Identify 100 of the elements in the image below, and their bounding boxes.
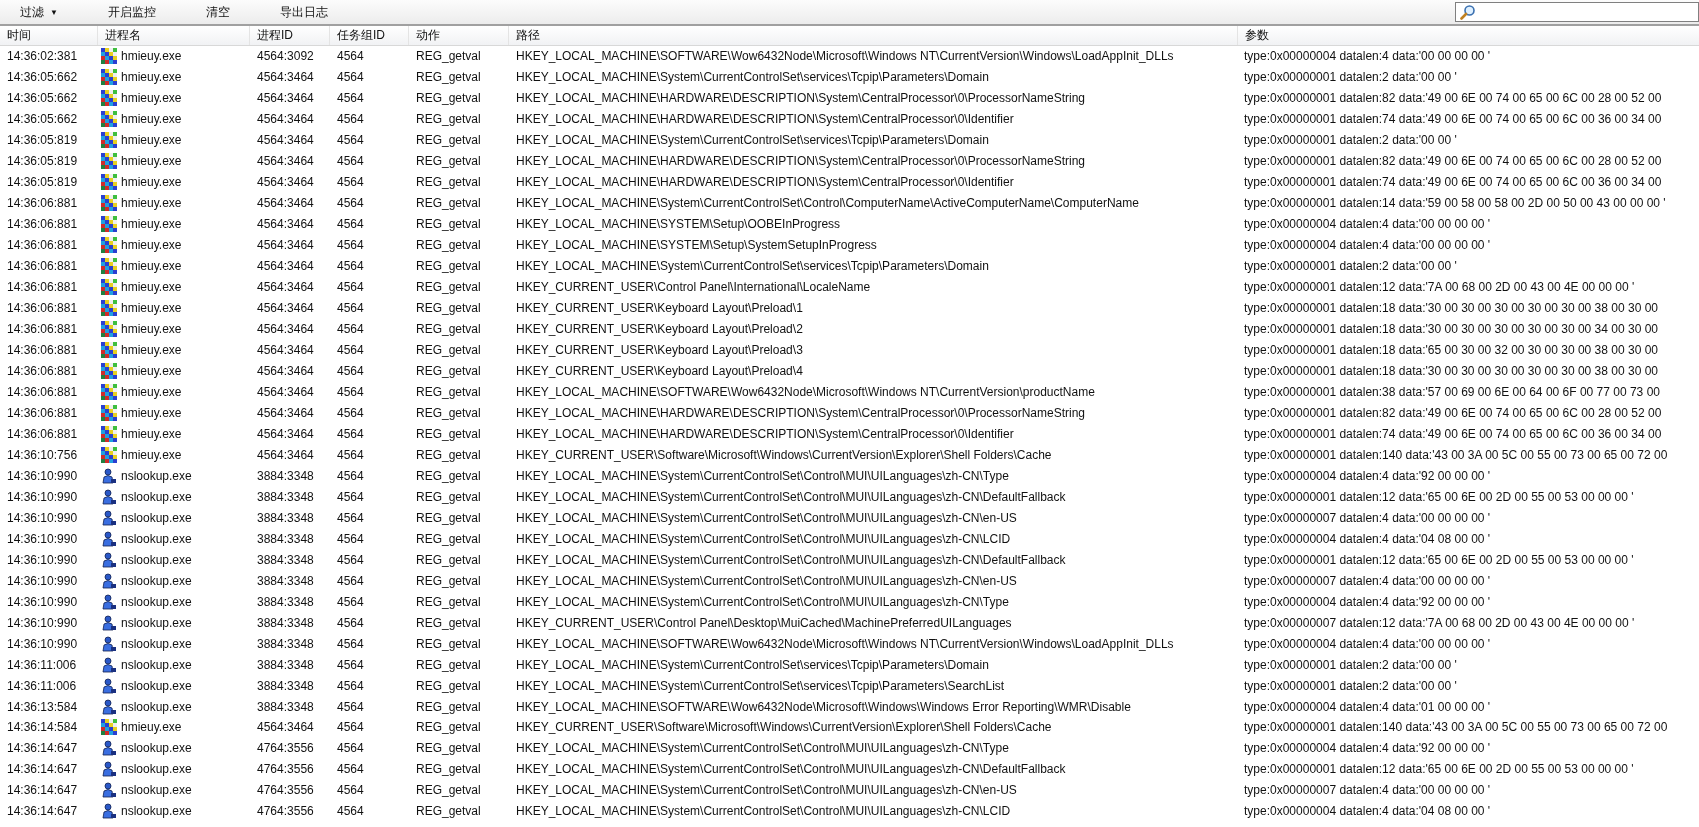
group-id-cell-text: 4564 bbox=[336, 741, 365, 756]
time-cell-text: 14:36:05:819 bbox=[6, 175, 79, 190]
group-id-cell-text: 4564 bbox=[336, 405, 365, 420]
path-cell-text: HKEY_LOCAL_MACHINE\SYSTEM\Setup\SystemSetupInProgress bbox=[515, 238, 878, 253]
toolbar-button[interactable]: 开启监控 bbox=[101, 1, 162, 23]
process-id-cell-text: 4564:3464 bbox=[256, 301, 315, 316]
group-id-cell-text: 4564 bbox=[336, 217, 365, 232]
path-cell-text: HKEY_CURRENT_USER\Keyboard Layout\Preload\2 bbox=[515, 322, 804, 337]
params-cell-text: type:0x00000001 datalen:82 data:'49 00 6E 00 74 00 65 00 6C 00 28 00 52 00 bbox=[1243, 91, 1663, 106]
group-id-cell-text: 4564 bbox=[336, 91, 365, 106]
toolbar-button[interactable]: 清空 bbox=[199, 1, 236, 23]
column-header[interactable]: 任务组ID bbox=[330, 26, 409, 45]
group-id-cell-text: 4564 bbox=[336, 657, 365, 672]
params-cell-text: type:0x00000001 datalen:12 data:'65 00 6E 00 2D 00 55 00 53 00 00 00 ' bbox=[1243, 552, 1635, 567]
time-cell-text: 14:36:14:584 bbox=[6, 720, 79, 735]
time-cell-text: 14:36:14:647 bbox=[6, 804, 79, 819]
column-header[interactable]: 时间 bbox=[0, 26, 98, 45]
group-id-cell-text: 4564 bbox=[336, 196, 365, 211]
process-name: hmieuy.exe bbox=[121, 238, 182, 253]
process-id-cell-text: 3884:3348 bbox=[256, 657, 315, 672]
params-cell-text: type:0x00000004 datalen:4 data:'00 00 00 00 ' bbox=[1243, 49, 1492, 64]
process-id-cell-text: 4564:3464 bbox=[256, 322, 315, 337]
group-id-cell-text: 4564 bbox=[336, 70, 365, 85]
process-id-cell-text: 4564:3464 bbox=[256, 91, 315, 106]
mosaic-icon bbox=[101, 195, 117, 212]
process-name: nslookup.exe bbox=[121, 573, 192, 588]
group-id-cell-text: 4564 bbox=[336, 238, 365, 253]
process-name: nslookup.exe bbox=[121, 615, 192, 630]
person-icon bbox=[101, 509, 117, 526]
process-name: hmieuy.exe bbox=[121, 301, 182, 316]
time-cell-text: 14:36:06:881 bbox=[6, 343, 79, 358]
params-cell-text: type:0x00000001 datalen:12 data:'65 00 6E 00 2D 00 55 00 53 00 00 00 ' bbox=[1243, 489, 1635, 504]
params-cell-text: type:0x00000001 datalen:12 data:'65 00 6E 00 2D 00 55 00 53 00 00 00 ' bbox=[1243, 762, 1635, 777]
column-header[interactable]: 进程ID bbox=[250, 26, 330, 45]
params-cell-text: type:0x00000004 datalen:4 data:'00 00 00 00 ' bbox=[1243, 636, 1492, 651]
time-cell-text: 14:36:06:881 bbox=[6, 364, 79, 378]
person-icon bbox=[101, 530, 117, 547]
time-cell-text: 14:36:06:881 bbox=[6, 196, 79, 211]
params-cell-text: type:0x00000001 datalen:2 data:'00 00 ' bbox=[1243, 70, 1458, 85]
mosaic-icon bbox=[101, 279, 117, 296]
process-name: nslookup.exe bbox=[121, 594, 192, 609]
process-id-cell-text: 4564:3464 bbox=[256, 259, 315, 274]
process-name: hmieuy.exe bbox=[121, 91, 182, 106]
person-icon bbox=[101, 677, 117, 694]
action-cell-text: REG_getval bbox=[415, 783, 482, 798]
time-cell-text: 14:36:11:006 bbox=[6, 657, 78, 672]
action-cell-text: REG_getval bbox=[415, 678, 482, 693]
action-cell-text: REG_getval bbox=[415, 238, 482, 253]
process-id-cell-text: 4564:3464 bbox=[256, 720, 315, 735]
action-cell-text: REG_getval bbox=[415, 615, 482, 630]
process-name: hmieuy.exe bbox=[121, 112, 182, 127]
action-cell-text: REG_getval bbox=[415, 636, 482, 651]
search-field[interactable] bbox=[1455, 2, 1699, 22]
column-header[interactable]: 路径 bbox=[509, 26, 1238, 45]
path-cell-text: HKEY_CURRENT_USER\Keyboard Layout\Preload\4 bbox=[515, 364, 804, 378]
params-cell-text: type:0x00000001 datalen:74 data:'49 00 6E 00 74 00 65 00 6C 00 36 00 34 00 bbox=[1243, 112, 1663, 127]
mosaic-icon bbox=[101, 363, 117, 379]
column-header[interactable]: 参数 bbox=[1238, 26, 1699, 45]
action-cell-text: REG_getval bbox=[415, 657, 482, 672]
group-id-cell-text: 4564 bbox=[336, 699, 365, 714]
params-cell-text: type:0x00000007 datalen:4 data:'00 00 00 00 ' bbox=[1243, 510, 1492, 525]
person-icon bbox=[101, 782, 117, 799]
person-icon bbox=[101, 467, 117, 484]
person-icon bbox=[101, 761, 117, 778]
mosaic-icon bbox=[101, 404, 117, 421]
group-id-cell-text: 4564 bbox=[336, 552, 365, 567]
action-cell-text: REG_getval bbox=[415, 510, 482, 525]
filter-dropdown[interactable]: 过滤 ▼ bbox=[14, 1, 64, 23]
action-cell-text: REG_getval bbox=[415, 49, 482, 64]
action-cell-text: REG_getval bbox=[415, 552, 482, 567]
process-id-cell-text: 4564:3464 bbox=[256, 405, 315, 420]
time-cell-text: 14:36:10:990 bbox=[6, 552, 79, 567]
action-cell-text: REG_getval bbox=[415, 426, 482, 441]
mosaic-icon bbox=[101, 174, 117, 191]
params-cell-text: type:0x00000001 datalen:74 data:'49 00 6E 00 74 00 65 00 6C 00 36 00 34 00 bbox=[1243, 426, 1663, 441]
process-id-cell-text: 3884:3348 bbox=[256, 636, 315, 651]
toolbar-button[interactable]: 导出日志 bbox=[273, 1, 334, 23]
process-id-cell-text: 3884:3348 bbox=[256, 489, 315, 504]
params-cell-text: type:0x00000004 datalen:4 data:'01 00 00 00 ' bbox=[1243, 699, 1492, 714]
column-header[interactable]: 进程名 bbox=[98, 26, 250, 45]
time-cell-text: 14:36:06:881 bbox=[6, 238, 79, 253]
group-id-cell-text: 4564 bbox=[336, 133, 365, 148]
mosaic-icon bbox=[101, 153, 117, 170]
mosaic-icon bbox=[101, 258, 117, 275]
time-cell-text: 14:36:05:662 bbox=[6, 112, 79, 127]
process-name: hmieuy.exe bbox=[121, 447, 182, 462]
column-header[interactable]: 动作 bbox=[409, 26, 509, 45]
params-cell-text: type:0x00000001 datalen:18 data:'30 00 30 00 30 00 30 00 30 00 34 00 30 00 bbox=[1243, 322, 1659, 337]
group-id-cell-text: 4564 bbox=[336, 154, 365, 169]
time-cell-text: 14:36:14:647 bbox=[6, 762, 79, 777]
params-cell-text: type:0x00000001 datalen:2 data:'00 00 ' bbox=[1243, 259, 1458, 274]
params-cell-text: type:0x00000001 datalen:82 data:'49 00 6E 00 74 00 65 00 6C 00 28 00 52 00 bbox=[1243, 405, 1663, 420]
path-cell-text: HKEY_LOCAL_MACHINE\System\CurrentControlSet\services\Tcpip\Parameters\Domain bbox=[515, 70, 990, 85]
action-cell-text: REG_getval bbox=[415, 720, 482, 735]
group-id-cell-text: 4564 bbox=[336, 783, 365, 798]
group-id-cell-text: 4564 bbox=[336, 636, 365, 651]
params-cell-text: type:0x00000004 datalen:4 data:'04 08 00 00 ' bbox=[1243, 531, 1492, 546]
group-id-cell-text: 4564 bbox=[336, 678, 365, 693]
process-name: nslookup.exe bbox=[121, 657, 192, 672]
mosaic-icon bbox=[101, 48, 117, 65]
